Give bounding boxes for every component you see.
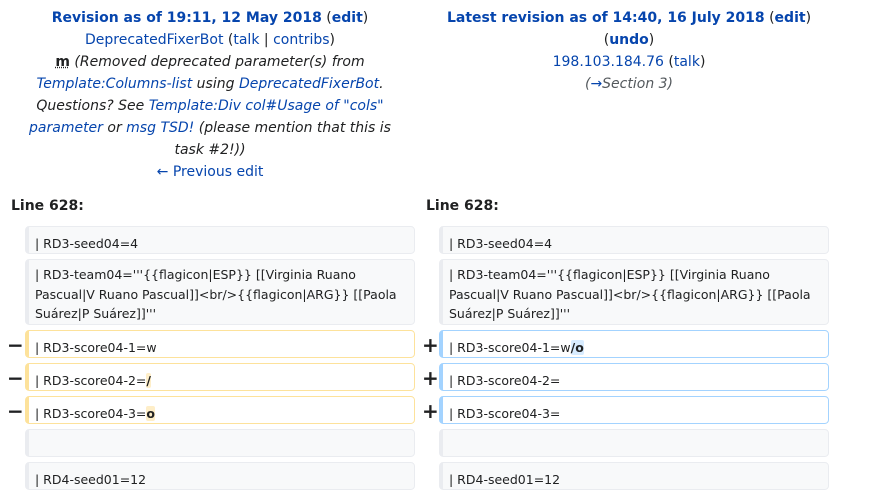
diff-unchanged-text: | RD3-score04-1=w: [449, 340, 571, 355]
diff-line-text: | RD3-seed04=4: [449, 236, 553, 251]
diff-context-left: | RD3-team04='''{{flagicon|ESP}} [[Virgi…: [25, 259, 415, 325]
old-user-tools-separator: |: [259, 32, 274, 48]
old-user-talk-link[interactable]: talk: [233, 32, 259, 48]
wrapped-line-3: Suárez|P Suárez]]''': [449, 306, 571, 321]
wrapped-line-1: | RD3-team04='''{{flagicon|ESP}} [[Virgi…: [449, 267, 770, 282]
diff-context-left: | RD4-seed01=12: [25, 462, 415, 490]
old-edit-paren-close: ): [362, 10, 369, 26]
new-edit-paren-open: (: [764, 10, 775, 26]
diff-deleted-line: | RD3-score04-3=o: [25, 396, 415, 424]
diff-unchanged-text: | RD3-score04-1=w: [35, 340, 157, 355]
new-edit-link[interactable]: edit: [775, 10, 806, 26]
diff-unchanged-text: | RD3-score04-3=: [449, 406, 561, 421]
old-user-tools-close: ): [329, 32, 335, 48]
wrapped-line-2: Pascual|V Ruano Pascual]]<br/>{{flagicon…: [35, 286, 397, 302]
summary-text-2: using: [192, 76, 239, 92]
diff-line-text: | RD3-score04-2=: [449, 366, 828, 391]
diff-unchanged-text: | RD3-score04-2=: [449, 373, 561, 388]
deleted-text-highlight: /: [146, 373, 151, 388]
new-user-tools-close: ): [699, 54, 706, 70]
old-edit-summary: m (Removed deprecated parameter(s) from …: [14, 51, 406, 161]
diff-line-text: | RD4-seed01=12: [449, 472, 561, 487]
old-revision-header: Revision as of 19:11, 12 May 2018 (edit)…: [14, 0, 406, 183]
added-text-highlight: /o: [570, 340, 584, 355]
summary-link-msg-tsd[interactable]: msg TSD!: [126, 120, 194, 136]
diff-context-right: | RD3-team04='''{{flagicon|ESP}} [[Virgi…: [439, 259, 829, 325]
old-user-link[interactable]: DeprecatedFixerBot: [85, 32, 223, 48]
diff-line-text: [35, 432, 414, 437]
diff-line-text: | RD4-seed01=12: [35, 472, 147, 487]
diff-line-text: | RD3-score04-3=o: [35, 399, 414, 424]
plus-marker: +: [422, 333, 439, 357]
section-name: Section 3: [602, 76, 668, 92]
new-edit-paren-close: ): [805, 10, 812, 26]
deleted-text-highlight: o: [146, 406, 155, 421]
wrapped-line-1: | RD3-team04='''{{flagicon|ESP}} [[Virgi…: [35, 267, 356, 282]
section-arrow-link[interactable]: →: [590, 76, 602, 92]
old-user-contribs-link[interactable]: contribs: [273, 32, 329, 48]
diff-line-text: | RD3-team04='''{{flagicon|ESP}} [[Virgi…: [449, 262, 828, 324]
diff-context-left: | RD3-seed04=4: [25, 226, 415, 254]
diff-line-text: | RD3-score04-3=: [449, 399, 828, 424]
diff-line-text: | RD3-seed04=4: [35, 236, 139, 251]
summary-text-1: (Removed deprecated parameter(s) from: [69, 54, 365, 70]
previous-edit-link[interactable]: ← Previous edit: [157, 164, 264, 180]
minor-edit-marker: m: [55, 54, 70, 70]
plus-marker: +: [422, 366, 439, 390]
diff-line-text: [449, 432, 828, 437]
minus-marker: −: [7, 366, 24, 390]
diff-line-text: | RD3-score04-1=w/o: [449, 333, 828, 358]
summary-link-deprecatedfixerbot[interactable]: DeprecatedFixerBot: [239, 76, 379, 92]
minus-marker: −: [7, 399, 24, 423]
diff-context-left: [25, 429, 415, 457]
old-edit-link[interactable]: edit: [332, 10, 363, 26]
diff-context-right: | RD4-seed01=12: [439, 462, 829, 490]
wrapped-line-2: Pascual|V Ruano Pascual]]<br/>{{flagicon…: [449, 286, 811, 302]
diff-unchanged-text: | RD3-score04-2=: [35, 373, 147, 388]
new-edit-summary: (→Section 3): [584, 76, 674, 92]
plus-marker: +: [422, 399, 439, 423]
diff-added-line: | RD3-score04-2=: [439, 363, 829, 391]
new-user-talk-link[interactable]: talk: [674, 54, 700, 70]
summary-text-4: or: [102, 120, 127, 136]
diff-added-line: | RD3-score04-3=: [439, 396, 829, 424]
summary-link-columns-list[interactable]: Template:Columns-list: [36, 76, 192, 92]
new-revision-header: Latest revision as of 14:40, 16 July 201…: [432, 0, 826, 95]
diff-context-right: [439, 429, 829, 457]
diff-deleted-line: | RD3-score04-2=/: [25, 363, 415, 391]
undo-link[interactable]: undo: [609, 32, 649, 48]
summary-text-5: (please mention that this is task #2!)): [174, 120, 391, 158]
new-revision-link[interactable]: Latest revision as of 14:40, 16 July 201…: [447, 10, 765, 26]
diff-line-text: | RD3-score04-1=w: [35, 333, 414, 358]
left-line-number: Line 628:: [11, 198, 84, 214]
diff-deleted-line: | RD3-score04-1=w: [25, 330, 415, 358]
old-edit-paren-open: (: [321, 10, 332, 26]
old-revision-link[interactable]: Revision as of 19:11, 12 May 2018: [52, 10, 322, 26]
diff-unchanged-text: | RD3-score04-3=: [35, 406, 147, 421]
minus-marker: −: [7, 333, 24, 357]
new-user-link[interactable]: 198.103.184.76: [553, 54, 664, 70]
wrapped-line-3: Suárez|P Suárez]]''': [35, 306, 157, 321]
right-line-number: Line 628:: [426, 198, 499, 214]
diff-added-line: | RD3-score04-1=w/o: [439, 330, 829, 358]
undo-paren-close: ): [648, 32, 655, 48]
diff-line-text: | RD3-team04='''{{flagicon|ESP}} [[Virgi…: [35, 262, 414, 324]
diff-context-right: | RD3-seed04=4: [439, 226, 829, 254]
diff-line-text: | RD3-score04-2=/: [35, 366, 414, 391]
